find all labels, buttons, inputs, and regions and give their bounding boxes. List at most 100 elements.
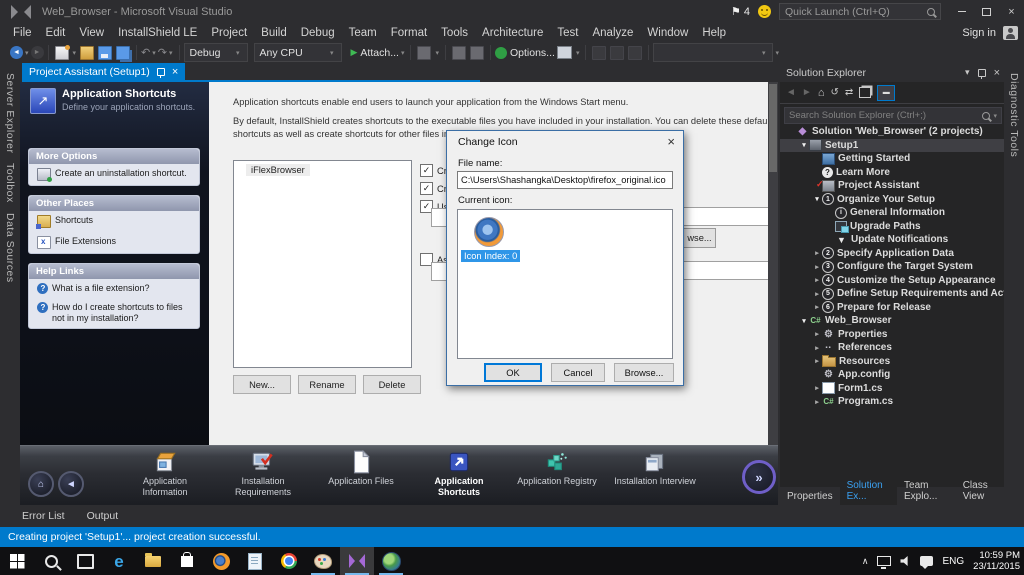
se-forward-button[interactable]: ► xyxy=(802,87,812,98)
user-avatar-icon[interactable] xyxy=(1003,25,1018,40)
auto-hide-pin-icon[interactable] xyxy=(977,68,986,79)
taskbar-task-view[interactable] xyxy=(68,547,102,575)
nav-installation-interview[interactable]: Installation Interview xyxy=(614,449,696,497)
panel-link-what-is-a-file-extension[interactable]: What is a file extension? xyxy=(29,279,199,298)
menu-debug[interactable]: Debug xyxy=(294,25,342,41)
scrollbar-thumb[interactable] xyxy=(769,84,777,172)
solution-explorer-header[interactable]: Solution Explorer ▾ × xyxy=(780,63,1006,82)
panel-link-how-do-i-create-shortcuts-to-f[interactable]: How do I create shortcuts to files not i… xyxy=(29,298,199,328)
panel-link-file-extensions[interactable]: File Extensions xyxy=(29,232,199,253)
language-indicator[interactable]: ENG xyxy=(942,556,964,567)
clock[interactable]: 10:59 PM 23/11/2015 xyxy=(973,550,1020,572)
toolbar-misc-button-2[interactable] xyxy=(469,45,484,60)
pane-close-icon[interactable]: × xyxy=(994,67,1000,79)
menu-window[interactable]: Window xyxy=(640,25,695,41)
browse-button-fragment[interactable]: wse... xyxy=(683,228,716,248)
nav-home-button[interactable]: ⌂ xyxy=(28,471,54,497)
help-dropdown-caret[interactable]: ▾ xyxy=(576,49,580,57)
tree-collapsed-arrow-icon[interactable]: ▸ xyxy=(812,384,822,392)
icon-list[interactable]: Icon Index: 0 xyxy=(457,209,673,359)
tree-item-define-setup-requirements-and-actions[interactable]: ▸5Define Setup Requirements and Actions xyxy=(780,287,1006,301)
notifications-flag[interactable]: ⚑ 4 xyxy=(731,5,750,19)
tree-collapsed-arrow-icon[interactable]: ▸ xyxy=(812,303,822,311)
new-dropdown-caret[interactable]: ▾ xyxy=(73,49,77,57)
tree-item-setup1[interactable]: ▾ Setup1 xyxy=(780,138,1006,152)
new-project-button[interactable] xyxy=(54,44,70,60)
tree-item-getting-started[interactable]: Getting Started xyxy=(780,152,1006,166)
bottom-tab-error-list[interactable]: Error List xyxy=(22,510,65,522)
tool-tab-team-explo[interactable]: Team Explo... xyxy=(897,478,956,505)
tab-diagnostic-tools[interactable]: Diagnostic Tools xyxy=(1008,73,1020,157)
taskbar-file-explorer[interactable] xyxy=(136,547,170,575)
help-library-button[interactable] xyxy=(556,46,572,59)
se-home-button[interactable]: ⌂ xyxy=(818,87,825,99)
bottom-tab-output[interactable]: Output xyxy=(87,510,119,522)
tree-collapsed-arrow-icon[interactable]: ▸ xyxy=(812,249,822,257)
tree-item-references[interactable]: ▸ ▪▪ References xyxy=(780,341,1006,355)
tree-item-form1-cs[interactable]: ▸ Form1.cs xyxy=(780,382,1006,396)
restore-button[interactable] xyxy=(974,0,999,23)
checkbox-icon[interactable]: ✓ xyxy=(420,164,433,177)
taskbar-start[interactable] xyxy=(0,547,34,575)
nav-back-button[interactable]: ◄ xyxy=(58,471,84,497)
tool-tab-solution-ex[interactable]: Solution Ex... xyxy=(839,478,898,505)
shortcuts-list[interactable]: iFlexBrowser xyxy=(233,160,412,368)
nav-next-button[interactable]: » xyxy=(742,460,776,494)
se-show-all-files-button[interactable] xyxy=(859,87,872,98)
menu-analyze[interactable]: Analyze xyxy=(585,25,640,41)
menu-format[interactable]: Format xyxy=(384,25,434,41)
ok-button[interactable]: OK xyxy=(484,363,542,382)
tab-close-icon[interactable]: × xyxy=(172,66,178,78)
tree-collapsed-arrow-icon[interactable]: ▸ xyxy=(812,330,822,338)
tree-collapsed-arrow-icon[interactable]: ▸ xyxy=(812,263,822,271)
tree-item-configure-the-target-system[interactable]: ▸ 3 Configure the Target System xyxy=(780,260,1006,274)
open-file-button[interactable] xyxy=(80,45,95,60)
tree-collapsed-arrow-icon[interactable]: ▸ xyxy=(812,398,822,406)
tree-item-prepare-for-release[interactable]: ▸ 6 Prepare for Release xyxy=(780,301,1006,315)
icon-index-selected[interactable]: Icon Index: 0 xyxy=(461,250,521,262)
tree-item-app-config[interactable]: ⚙ App.config xyxy=(780,368,1006,382)
tree-item-specify-application-data[interactable]: ▸ 2 Specify Application Data xyxy=(780,247,1006,261)
menu-help[interactable]: Help xyxy=(695,25,733,41)
pin-icon[interactable] xyxy=(156,67,165,78)
tree-item-organize-your-setup[interactable]: ▾ 1 Organize Your Setup xyxy=(780,193,1006,207)
tree-collapsed-arrow-icon[interactable]: ▸ xyxy=(812,357,822,365)
rename-button[interactable]: Rename xyxy=(298,375,356,394)
back-dropdown-caret[interactable]: ▾ xyxy=(25,49,29,57)
nav-installation-requirements[interactable]: Installation Requirements xyxy=(222,449,304,497)
navigate-forward-button[interactable]: ► xyxy=(30,46,44,59)
find-in-files-button[interactable] xyxy=(451,45,466,60)
document-scrollbar[interactable] xyxy=(768,82,778,445)
tree-expanded-arrow-icon[interactable]: ▾ xyxy=(799,317,809,325)
taskbar-edge[interactable]: e xyxy=(102,547,136,575)
tray-chevron-up-icon[interactable]: ∧ xyxy=(862,556,869,567)
firefox-icon-preview[interactable] xyxy=(474,217,504,247)
icon-path-field-fragment-right-2[interactable] xyxy=(683,261,768,280)
undo-dropdown-caret[interactable]: ▾ xyxy=(152,49,156,57)
tree-item-customize-the-setup-appearance[interactable]: ▸ 4 Customize the Setup Appearance xyxy=(780,274,1006,288)
menu-installshield-le[interactable]: InstallShield LE xyxy=(111,25,204,41)
attach-dropdown-caret[interactable]: ▾ xyxy=(401,49,405,57)
tree-item-project-assistant[interactable]: Project Assistant xyxy=(780,179,1006,193)
undo-button[interactable]: ↶ xyxy=(141,46,150,59)
feedback-smiley-icon[interactable] xyxy=(758,5,771,18)
tree-item-update-notifications[interactable]: ▼ Update Notifications xyxy=(780,233,1006,247)
tree-item-learn-more[interactable]: ? Learn More xyxy=(780,166,1006,180)
close-button[interactable]: × xyxy=(999,0,1024,23)
tree-collapsed-arrow-icon[interactable]: ▸ xyxy=(812,344,822,352)
menu-architecture[interactable]: Architecture xyxy=(475,25,550,41)
menu-build[interactable]: Build xyxy=(254,25,294,41)
tree-item-program-cs[interactable]: ▸ C# Program.cs xyxy=(780,395,1006,409)
tool-tab-class-view[interactable]: Class View xyxy=(956,478,1006,505)
delete-button[interactable]: Delete xyxy=(363,375,421,394)
save-button[interactable] xyxy=(98,45,113,60)
nav-application-registry[interactable]: Application Registry xyxy=(516,449,598,497)
tab-server-explorer[interactable]: Server Explorer xyxy=(4,73,16,153)
menu-view[interactable]: View xyxy=(72,25,111,41)
taskbar-search[interactable] xyxy=(34,547,68,575)
file-name-input[interactable]: C:\Users\Shashangka\Desktop\firefox_orig… xyxy=(457,171,673,189)
network-icon[interactable] xyxy=(877,556,892,568)
tree-item-solution-web-browser-2-projects[interactable]: ◆ Solution 'Web_Browser' (2 projects) xyxy=(780,125,1006,139)
menu-team[interactable]: Team xyxy=(342,25,384,41)
panel-link-shortcuts[interactable]: Shortcuts xyxy=(29,211,199,232)
